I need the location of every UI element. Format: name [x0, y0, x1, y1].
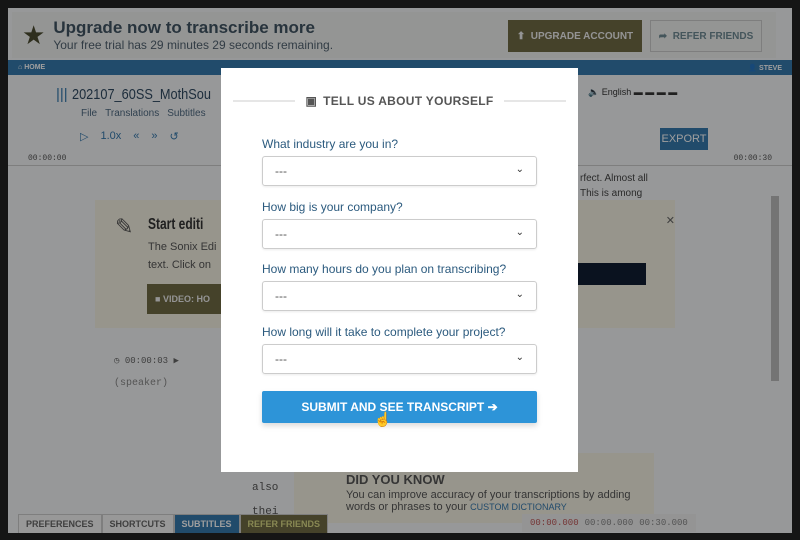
chevron-down-icon: ⌄ [515, 164, 524, 175]
divider [503, 100, 566, 102]
time-readout: 00:00.000 [530, 518, 579, 528]
scrollbar-thumb[interactable] [771, 196, 779, 381]
speaker-label[interactable]: (speaker) [114, 378, 168, 389]
home-link[interactable]: ⌂ HOME [18, 64, 45, 71]
select-value: --- [275, 227, 287, 241]
language-selector[interactable]: 🔈 English ▬ ▬ ▬ ▬ [588, 87, 677, 98]
scrollbar[interactable] [770, 178, 780, 508]
time-end: 00:00:30 [733, 154, 772, 163]
home-label: HOME [24, 64, 46, 71]
select-value: --- [275, 352, 287, 366]
waveform-icon: ||| [56, 86, 68, 103]
side-text: rfect. Almost all This is among [580, 171, 648, 201]
word[interactable]: also [252, 476, 278, 500]
upgrade-label: UPGRADE ACCOUNT [530, 30, 634, 42]
menu-subtitles[interactable]: Subtitles [167, 108, 205, 119]
arrow-right-icon: ➔ [487, 400, 498, 414]
side-text-2: This is among [580, 188, 643, 199]
refer-friends-button[interactable]: ➦ REFER FRIENDS [650, 20, 762, 52]
banner-title: Upgrade now to transcribe more [53, 18, 315, 37]
undo-icon[interactable]: ↺ [170, 130, 179, 143]
footer-tabs: PREFERENCES SHORTCUTS SUBTITLES REFER FR… [18, 514, 329, 533]
company-size-label: How big is your company? [262, 200, 403, 214]
hours-select[interactable]: --- ⌄ [262, 281, 537, 311]
filename: 202107_60SS_MothSou [71, 86, 211, 103]
user-menu[interactable]: 👤 STEVE [748, 64, 782, 72]
hours-label: How many hours do you plan on transcribi… [262, 262, 507, 276]
editor-menu: File Translations Subtitles [81, 108, 206, 119]
preferences-tab[interactable]: PREFERENCES [18, 514, 102, 533]
shortcuts-tab[interactable]: SHORTCUTS [101, 514, 174, 533]
refer-friends-tab[interactable]: REFER FRIENDS [239, 514, 329, 533]
speed-button[interactable]: 1.0x [100, 130, 121, 143]
project-duration-label: How long will it take to complete your p… [262, 325, 506, 339]
pencil-icon: ✎ [115, 214, 134, 239]
chat-icon: ▣ [305, 94, 318, 108]
rewind-icon[interactable]: « [133, 130, 139, 143]
playback-controls: ▷ 1.0x « » ↺ [80, 130, 179, 143]
edit-card-title: Start editi [148, 216, 204, 233]
chevron-down-icon: ⌄ [515, 352, 524, 363]
modal-header: ▣ TELL US ABOUT YOURSELF [233, 94, 566, 108]
progress-bar [568, 263, 646, 285]
hand-cursor-icon: ☝ [374, 411, 392, 427]
timecode: ◷ 00:00:03 ▶ [114, 356, 179, 366]
time-start: 00:00:00 [28, 154, 67, 163]
time-readouts: 00:00.000 00:00.000 00:30.000 [522, 514, 696, 532]
user-label: STEVE [759, 64, 782, 72]
chevron-down-icon: ⌄ [515, 289, 524, 300]
edit-card-text: The Sonix Edi text. Click on [148, 241, 217, 271]
star-icon: ★ [22, 19, 46, 50]
timecode-value: 00:00:03 [124, 356, 169, 366]
select-value: --- [275, 164, 287, 178]
submit-button[interactable]: SUBMIT AND SEE TRANSCRIPT ➔ [262, 391, 537, 423]
subtitles-tab[interactable]: SUBTITLES [173, 514, 240, 533]
time-readout: 00:00.000 [584, 518, 634, 528]
modal-title: TELL US ABOUT YOURSELF [323, 94, 494, 108]
select-value: --- [275, 289, 287, 303]
menu-translations[interactable]: Translations [105, 108, 159, 119]
divider [233, 100, 296, 102]
submit-label: SUBMIT AND SEE TRANSCRIPT [301, 400, 485, 414]
refer-label: REFER FRIENDS [672, 30, 754, 42]
play-icon[interactable]: ▷ [80, 130, 88, 143]
survey-modal: ▣ TELL US ABOUT YOURSELF What industry ar… [221, 68, 578, 472]
industry-select[interactable]: --- ⌄ [262, 156, 537, 186]
close-icon[interactable]: ✕ [666, 214, 675, 227]
time-readout: 00:30.000 [639, 518, 688, 528]
custom-dictionary-link[interactable]: CUSTOM DICTIONARY [470, 502, 567, 512]
chevron-down-icon: ⌄ [515, 227, 524, 238]
industry-label: What industry are you in? [262, 137, 399, 151]
banner-subtitle: Your free trial has 29 minutes 29 second… [53, 38, 334, 52]
company-size-select[interactable]: --- ⌄ [262, 219, 537, 249]
forward-icon[interactable]: » [151, 130, 157, 143]
video-label: VIDEO: HO [162, 294, 210, 304]
upgrade-banner: ★ Upgrade now to transcribe more Your fr… [12, 12, 776, 58]
upgrade-account-button[interactable]: ⬆ UPGRADE ACCOUNT [508, 20, 642, 52]
file-title: ||| 202107_60SS_MothSou [56, 86, 235, 103]
language-label: English [601, 87, 632, 97]
side-text-1: rfect. Almost all [580, 173, 648, 184]
menu-file[interactable]: File [81, 108, 97, 119]
project-duration-select[interactable]: --- ⌄ [262, 344, 537, 374]
export-button[interactable]: EXPORT [660, 128, 708, 150]
dyk-title: DID YOU KNOW [346, 472, 445, 487]
